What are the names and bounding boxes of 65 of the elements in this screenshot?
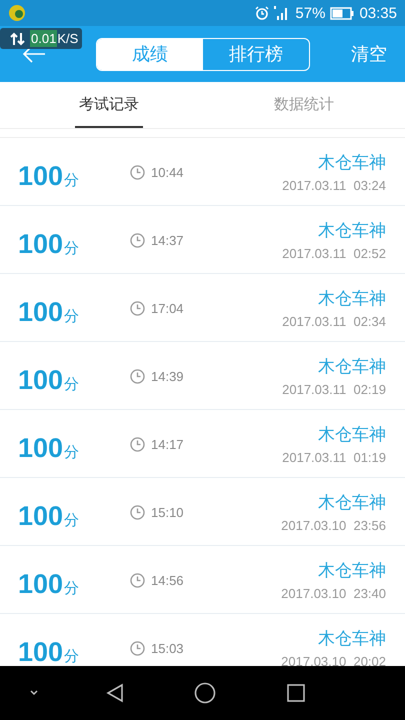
score-value: 100 xyxy=(18,297,64,328)
score-value: 100 xyxy=(18,161,64,192)
score-unit: 分 xyxy=(64,647,80,666)
exam-date: 2017.03.11 03:24 xyxy=(282,178,386,192)
exam-date: 2017.03.11 02:52 xyxy=(282,246,386,260)
user-name: 木仓车神 xyxy=(318,152,386,174)
score-value: 100 xyxy=(18,229,64,260)
exam-date: 2017.03.11 02:19 xyxy=(282,382,386,396)
clock-icon xyxy=(130,233,145,248)
user-name: 木仓车神 xyxy=(318,560,386,582)
exam-date: 2017.03.11 01:19 xyxy=(282,450,386,464)
exam-duration: 14:56 xyxy=(151,573,184,588)
exam-date: 2017.03.10 23:56 xyxy=(281,518,386,532)
score-value: 100 xyxy=(18,365,64,396)
score-value: 100 xyxy=(18,569,64,600)
segment-tab[interactable]: 成绩 xyxy=(97,38,203,70)
exam-duration: 10:44 xyxy=(151,165,184,180)
segment-tab[interactable]: 排行榜 xyxy=(203,38,309,70)
speed-unit: K/S xyxy=(57,31,78,46)
exam-date: 2017.03.10 20:02 xyxy=(281,654,386,666)
exam-date: 2017.03.10 23:40 xyxy=(281,586,386,600)
clock-icon xyxy=(130,573,145,588)
user-name: 木仓车神 xyxy=(318,628,386,650)
exam-duration: 15:03 xyxy=(151,641,184,656)
battery-percent: 57% xyxy=(295,4,326,22)
exam-duration: 15:10 xyxy=(151,505,184,520)
speed-value: 0.01 xyxy=(30,30,58,47)
tab[interactable]: 数据统计 xyxy=(203,82,405,128)
exam-duration: 14:17 xyxy=(151,437,184,452)
score-unit: 分 xyxy=(64,579,80,598)
clear-button[interactable]: 清空 xyxy=(351,42,387,66)
clock-icon xyxy=(130,165,145,180)
user-name: 木仓车神 xyxy=(318,424,386,446)
score-unit: 分 xyxy=(64,375,80,394)
user-name: 木仓车神 xyxy=(318,220,386,242)
app-icon xyxy=(8,4,26,22)
exam-duration: 14:37 xyxy=(151,233,184,248)
score-unit: 分 xyxy=(64,307,80,326)
recents-icon[interactable] xyxy=(286,683,306,703)
home-icon[interactable] xyxy=(194,682,216,704)
clock-icon xyxy=(130,641,145,656)
clock-time: 03:35 xyxy=(359,4,397,22)
transfer-arrows-icon xyxy=(10,32,26,46)
clock-icon xyxy=(130,369,145,384)
exam-duration: 17:04 xyxy=(151,301,184,316)
score-value: 100 xyxy=(18,501,64,532)
clock-icon xyxy=(130,301,145,316)
user-name: 木仓车神 xyxy=(318,288,386,310)
score-unit: 分 xyxy=(64,511,80,530)
user-name: 木仓车神 xyxy=(318,492,386,514)
clock-icon xyxy=(130,437,145,452)
alarm-icon xyxy=(255,6,270,20)
back-icon[interactable] xyxy=(104,682,126,704)
chevron-down-icon[interactable] xyxy=(28,689,40,697)
user-name: 木仓车神 xyxy=(318,356,386,378)
score-value: 100 xyxy=(18,637,64,666)
score-unit: 分 xyxy=(64,239,80,258)
score-unit: 分 xyxy=(64,443,80,462)
exam-duration: 14:39 xyxy=(151,369,184,384)
exam-date: 2017.03.11 02:34 xyxy=(282,314,386,328)
tab[interactable]: 考试记录 xyxy=(75,82,143,128)
score-unit: 分 xyxy=(64,171,80,190)
score-value: 100 xyxy=(18,433,64,464)
clock-icon xyxy=(130,505,145,520)
battery-icon xyxy=(330,6,354,20)
